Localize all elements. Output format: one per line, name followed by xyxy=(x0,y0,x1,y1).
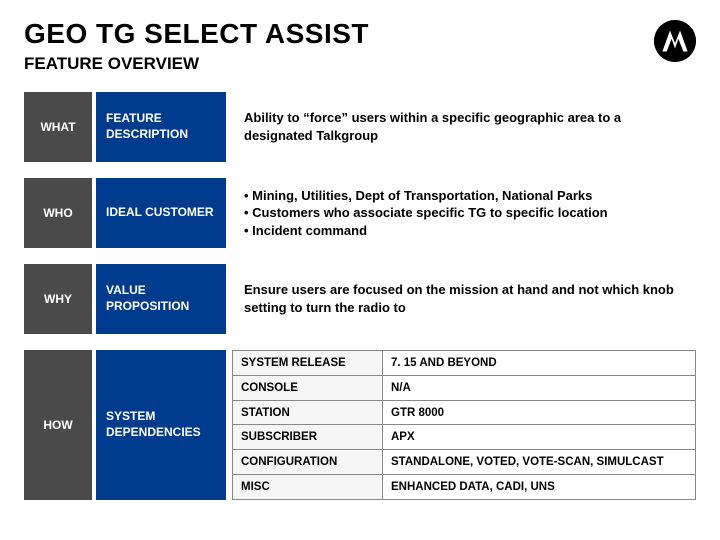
row-tag-why: WHY xyxy=(24,264,92,334)
row-content-who: Mining, Utilities, Dept of Transportatio… xyxy=(232,178,696,248)
dep-key: STATION xyxy=(233,400,383,425)
list-item: Customers who associate specific TG to s… xyxy=(244,204,684,222)
dep-val: GTR 8000 xyxy=(383,400,696,425)
dep-key: SYSTEM RELEASE xyxy=(233,351,383,376)
row-what: WHAT FEATURE DESCRIPTION Ability to “for… xyxy=(24,92,696,162)
table-row: SYSTEM RELEASE7. 15 AND BEYOND xyxy=(233,351,696,376)
row-label-what: FEATURE DESCRIPTION xyxy=(96,92,226,162)
dep-key: MISC xyxy=(233,475,383,500)
dep-val: ENHANCED DATA, CADI, UNS xyxy=(383,475,696,500)
table-row: CONFIGURATIONSTANDALONE, VOTED, VOTE-SCA… xyxy=(233,450,696,475)
header: GEO TG SELECT ASSIST FEATURE OVERVIEW xyxy=(24,18,696,74)
title-block: GEO TG SELECT ASSIST FEATURE OVERVIEW xyxy=(24,18,654,74)
row-tag-what: WHAT xyxy=(24,92,92,162)
dep-key: SUBSCRIBER xyxy=(233,425,383,450)
dependencies-table: SYSTEM RELEASE7. 15 AND BEYOND CONSOLEN/… xyxy=(232,350,696,500)
row-label-why: VALUE PROPOSITION xyxy=(96,264,226,334)
row-how: HOW SYSTEM DEPENDENCIES SYSTEM RELEASE7.… xyxy=(24,350,696,500)
row-content-what: Ability to “force” users within a specif… xyxy=(232,92,696,162)
dep-val: N/A xyxy=(383,375,696,400)
row-who: WHO IDEAL CUSTOMER Mining, Utilities, De… xyxy=(24,178,696,248)
page-title: GEO TG SELECT ASSIST xyxy=(24,18,654,50)
row-content-why: Ensure users are focused on the mission … xyxy=(232,264,696,334)
motorola-logo-icon xyxy=(654,20,696,62)
row-why: WHY VALUE PROPOSITION Ensure users are f… xyxy=(24,264,696,334)
row-tag-how: HOW xyxy=(24,350,92,500)
table-row: CONSOLEN/A xyxy=(233,375,696,400)
row-tag-who: WHO xyxy=(24,178,92,248)
dep-key: CONSOLE xyxy=(233,375,383,400)
row-label-how: SYSTEM DEPENDENCIES xyxy=(96,350,226,500)
table-row: MISCENHANCED DATA, CADI, UNS xyxy=(233,475,696,500)
feature-rows: WHAT FEATURE DESCRIPTION Ability to “for… xyxy=(24,92,696,500)
table-row: STATIONGTR 8000 xyxy=(233,400,696,425)
page-subtitle: FEATURE OVERVIEW xyxy=(24,54,654,74)
dep-val: 7. 15 AND BEYOND xyxy=(383,351,696,376)
dep-key: CONFIGURATION xyxy=(233,450,383,475)
list-item: Mining, Utilities, Dept of Transportatio… xyxy=(244,187,684,205)
dep-val: STANDALONE, VOTED, VOTE-SCAN, SIMULCAST xyxy=(383,450,696,475)
table-row: SUBSCRIBERAPX xyxy=(233,425,696,450)
dep-val: APX xyxy=(383,425,696,450)
who-bullets: Mining, Utilities, Dept of Transportatio… xyxy=(244,187,684,240)
row-label-who: IDEAL CUSTOMER xyxy=(96,178,226,248)
list-item: Incident command xyxy=(244,222,684,240)
